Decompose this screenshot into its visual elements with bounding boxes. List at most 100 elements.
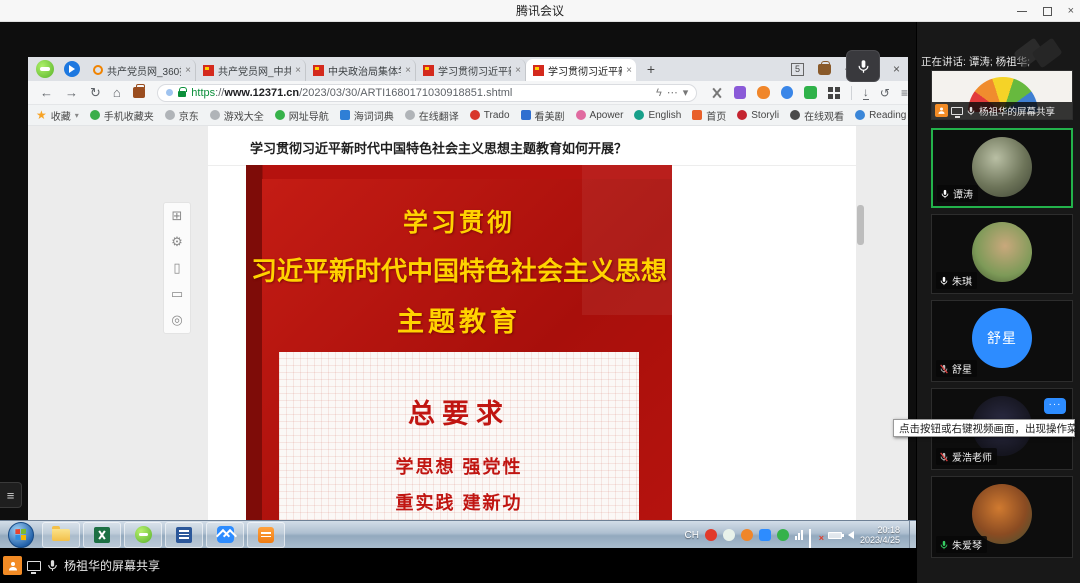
excel-icon [94,527,110,543]
bookmark-item[interactable]: Storyli [737,110,779,121]
language-indicator[interactable]: CH [685,530,699,541]
meeting-logo-watermark [1018,42,1066,68]
bookmark-item[interactable]: English [634,110,681,121]
bookmark-item[interactable]: 游戏大全 [210,108,264,123]
app-title: 腾讯会议 [516,2,564,19]
meeting-tray-icon[interactable] [759,529,771,541]
taskbar-pdf-tool[interactable] [247,522,285,548]
bookmark-icon [340,110,350,120]
bookmark-item[interactable]: 京东 [165,108,199,123]
bookmark-item[interactable]: Reading [855,110,906,121]
clock[interactable]: 20:182023/4/25 [860,525,900,545]
tab-close-icon[interactable]: × [295,65,301,76]
tab-2[interactable]: 共产党员网_中共中央组织 × [196,59,306,81]
chevron-down-icon[interactable]: ▾ [683,86,689,99]
video-tile-zhuqi[interactable]: 朱琪 [931,214,1073,294]
apps-grid-icon[interactable] [828,87,840,99]
browser-logo-icon[interactable] [36,60,54,78]
video-tile-zhuaiqin[interactable]: 朱爱琴 [931,476,1073,558]
home-icon[interactable]: ⌂ [113,85,121,100]
show-desktop-button[interactable] [909,521,916,549]
undo-icon[interactable]: ↺ [880,86,890,100]
bookmarks-bar: ★收藏▾ 手机收藏夹 京东 游戏大全 网址导航 海词词典 在线翻译 Trado … [28,105,908,126]
browser-close-button[interactable]: × [893,62,900,76]
signal-icon[interactable] [795,530,803,540]
mobile-view-icon[interactable]: ▯ [173,260,180,276]
bookmark-item[interactable]: Apower [576,110,624,121]
bookmark-item[interactable]: 海词词典 [340,108,394,123]
reload-icon[interactable]: ↻ [90,85,101,101]
screenshot-scissors-icon[interactable] [711,87,723,99]
url-input[interactable]: https://www.12371.cn/2023/03/30/ARTI1680… [157,84,697,102]
wechat-tray-icon[interactable] [723,529,735,541]
gear-icon[interactable]: ⚙ [171,234,183,250]
more-icon[interactable]: ⋯ [667,86,678,99]
window-close-button[interactable]: × [1068,5,1074,17]
huorong-tray-icon[interactable] [741,529,753,541]
screen-share-tile[interactable]: 杨祖华的屏幕共享 [931,70,1073,120]
bookmark-item[interactable]: 首页 [692,108,726,123]
bookmark-item[interactable]: 在线翻译 [405,108,459,123]
taskbar-word[interactable] [165,522,203,548]
card-line-1: 学思想 强党性 [279,453,639,479]
bookmark-favorites[interactable]: ★收藏▾ [36,108,79,123]
extension-purple-icon[interactable] [734,86,747,99]
translate-icon[interactable] [781,86,794,99]
speaker-icon[interactable] [848,531,854,539]
tab-close-icon[interactable]: × [626,65,632,76]
expand-icon[interactable]: ⊞ [172,208,183,224]
bookmark-item[interactable]: 网址导航 [275,108,329,123]
save-image-icon[interactable]: ▭ [171,286,183,302]
browser-addressbar: ← → ↻ ⌂ https://www.12371.cn/2023/03/30/… [28,81,908,105]
more-options-button[interactable]: ··· [1044,398,1066,414]
start-button[interactable] [8,522,34,548]
tab-close-icon[interactable]: × [185,65,191,76]
battery-icon[interactable] [828,532,842,539]
360-tray-icon[interactable] [777,529,789,541]
bookmark-icon [576,110,586,120]
bookmark-item[interactable]: Trado [470,110,510,121]
taskbar-tencent-meeting[interactable] [206,522,244,548]
bookmark-icon [275,110,285,120]
game-controller-icon[interactable] [757,86,770,99]
bookmark-item[interactable]: 手机收藏夹 [90,108,154,123]
back-icon[interactable]: ← [40,85,53,100]
presenter-icon [935,104,948,117]
sogou-tray-icon[interactable] [705,529,717,541]
video-tile-shuxing[interactable]: 舒星 舒星 [931,300,1073,382]
menu-icon[interactable]: ≡ [901,86,908,100]
page-scrollbar-thumb[interactable] [857,205,864,245]
window-minimize-button[interactable] [1017,11,1027,12]
tab-4[interactable]: 学习贯彻习近平新时代中 × [416,59,526,81]
system-tray: CH × 20:182023/4/25 [685,521,901,549]
tab-close-icon[interactable]: × [405,65,411,76]
floating-mic-button[interactable] [846,50,880,82]
lightning-icon[interactable]: ϟ [656,87,662,99]
participant-list-toggle[interactable]: ≡ [0,482,22,508]
tab-5-active[interactable]: 学习贯彻习近平新时代中 × [526,59,636,81]
speed-mode-icon[interactable] [64,61,80,77]
bookmark-item[interactable]: 看美剧 [521,108,565,123]
tab-count-badge[interactable]: 5 [791,63,804,76]
tab-3[interactable]: 中央政治局集体学习 习近 × [306,59,416,81]
window-maximize-button[interactable] [1043,7,1052,16]
new-tab-button[interactable]: + [640,59,662,79]
taskbar-file-explorer[interactable] [42,522,80,548]
briefcase-icon[interactable] [133,87,146,98]
reader-mode-icon[interactable]: ◎ [171,312,182,328]
speaking-status: 正在讲话: 谭涛; 杨祖华; [921,54,1030,69]
forward-icon[interactable]: → [65,85,78,100]
download-icon[interactable]: ↓ [863,85,869,100]
bookmark-item[interactable]: 在线观看 [790,108,844,123]
shop-bag-icon[interactable] [818,64,831,75]
tencent-meeting-icon [217,526,234,543]
name-chip: 谭涛 [937,185,978,202]
tab-1[interactable]: 共产党员网_360搜索 × [86,59,196,81]
tab-close-icon[interactable]: × [515,65,521,76]
taskbar-excel[interactable] [83,522,121,548]
video-tile-tantao[interactable]: 谭涛 [931,128,1073,208]
network-icon[interactable]: × [809,530,822,541]
extension-green-icon[interactable] [804,86,817,99]
taskbar-360-browser[interactable] [124,522,162,548]
favicon-party [203,65,214,76]
